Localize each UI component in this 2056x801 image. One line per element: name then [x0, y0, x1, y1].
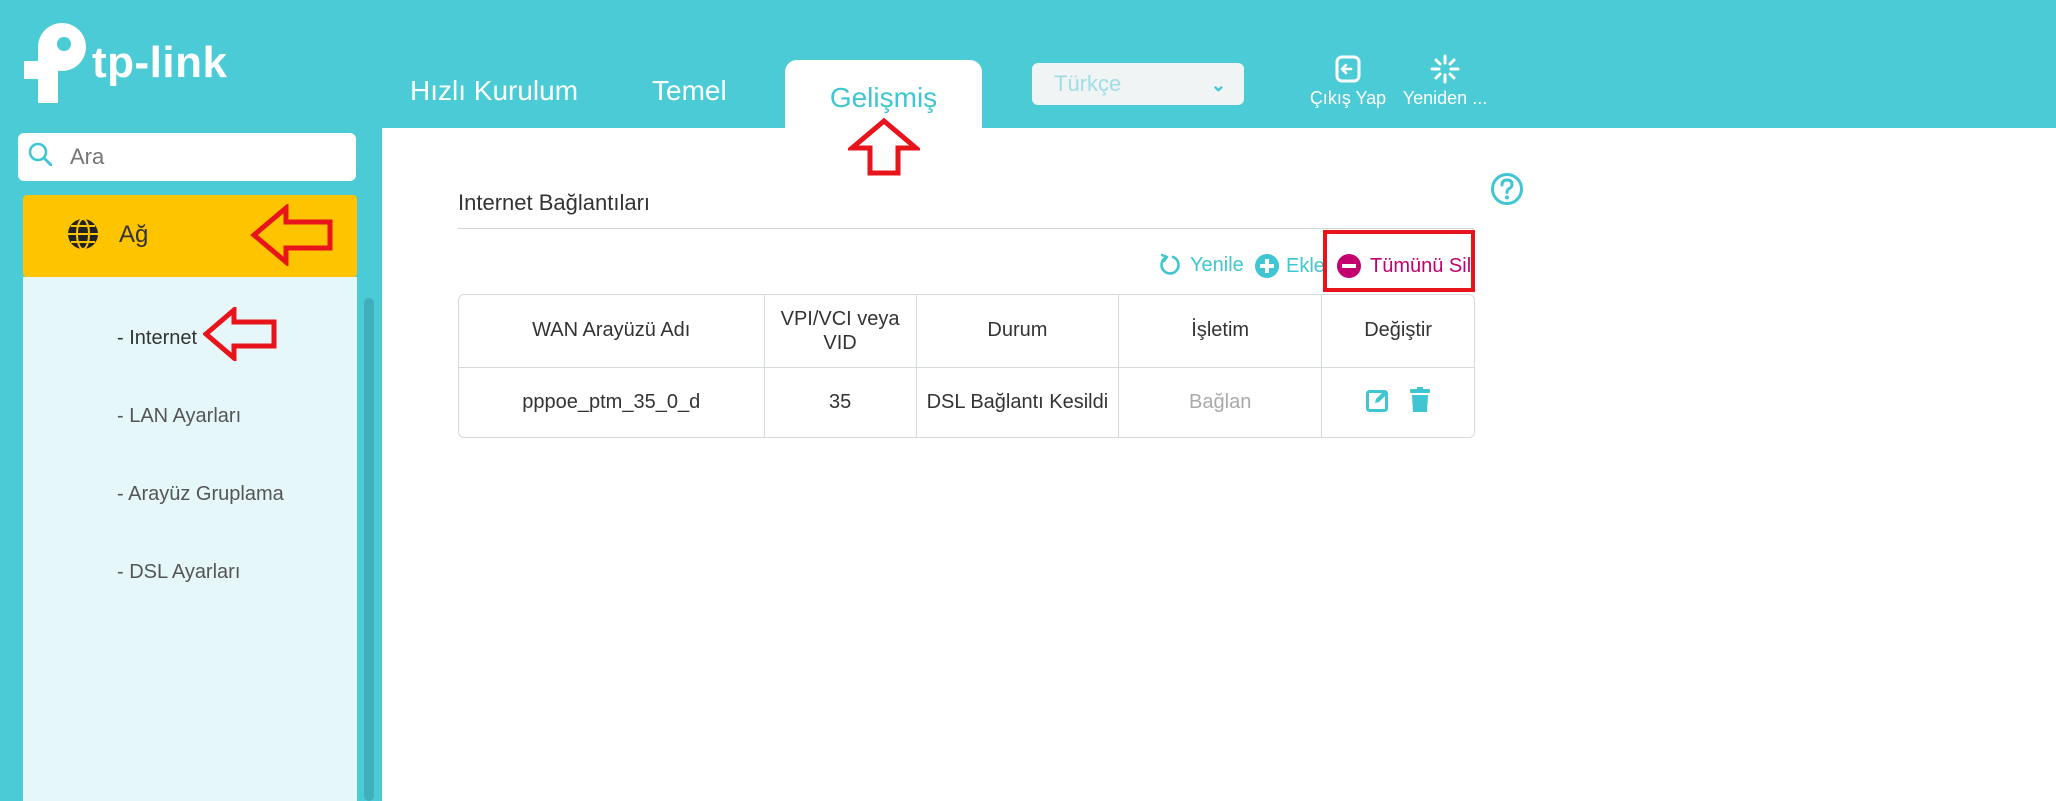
refresh-icon — [1160, 253, 1180, 275]
header-bar: tp-link Hızlı Kurulum Temel Gelişmiş Tür… — [0, 0, 2056, 128]
wan-connections-table: WAN Arayüzü Adı VPI/VCI veya VID Durum İ… — [458, 294, 1475, 438]
col-header-vpi-vci: VPI/VCI veya VID — [763, 295, 917, 367]
cell-vpi-vci: 35 — [763, 367, 917, 437]
cell-status: DSL Bağlantı Kesildi — [915, 367, 1119, 437]
sidebar-item-interface-grouping[interactable]: - Arayüz Gruplama — [117, 483, 284, 506]
col-header-wan-name: WAN Arayüzü Adı — [532, 319, 691, 342]
trash-icon[interactable] — [1410, 386, 1431, 413]
annotation-arrow-advanced-tab — [848, 118, 920, 176]
page-title: Internet Bağlantıları — [458, 190, 651, 215]
tab-advanced-label: Gelişmiş — [829, 82, 938, 113]
add-label: Ekle — [1286, 254, 1325, 277]
col-header-status: Durum — [915, 295, 1119, 367]
reboot-label: Yeniden ... — [1402, 88, 1488, 108]
language-value: Türkçe — [1054, 71, 1122, 96]
col-header-modify: Değiştir — [1321, 295, 1474, 367]
chevron-down-icon: ⌄ — [1210, 75, 1226, 95]
cell-wan-name: pppoe_ptm_35_0_d — [522, 390, 701, 413]
sidebar-item-lan-settings[interactable]: - LAN Ayarları — [117, 405, 241, 428]
sidebar-scrollbar[interactable] — [364, 298, 374, 801]
annotation-arrow-network — [250, 204, 333, 266]
edit-icon[interactable] — [1366, 388, 1390, 412]
language-select[interactable]: Türkçe ⌄ — [1032, 63, 1244, 105]
sidebar-item-network-label: Ağ — [119, 221, 149, 248]
title-divider — [458, 228, 1474, 229]
annotation-box-delete-all — [1323, 230, 1475, 292]
connect-link[interactable]: Bağlan — [1189, 391, 1251, 413]
network-submenu: - Internet - LAN Ayarları - Arayüz Grupl… — [23, 277, 357, 801]
sidebar-item-dsl-settings[interactable]: - DSL Ayarları — [117, 561, 240, 584]
logo-text: tp-link — [92, 38, 228, 87]
search-input[interactable] — [68, 141, 342, 173]
search-icon — [28, 142, 52, 166]
logout-button[interactable]: Çıkış Yap — [1308, 54, 1388, 109]
plus-circle-icon — [1255, 254, 1279, 278]
cell-modify — [1321, 367, 1474, 437]
cell-operation: Bağlan — [1118, 367, 1322, 437]
add-button[interactable]: Ekle — [1254, 253, 1325, 279]
refresh-button[interactable]: Yenile — [1158, 253, 1244, 277]
sidebar-item-internet[interactable]: - Internet — [117, 327, 197, 350]
annotation-arrow-internet — [203, 307, 277, 361]
table-header-row: WAN Arayüzü Adı VPI/VCI veya VID Durum İ… — [459, 295, 1474, 367]
globe-icon — [68, 218, 98, 250]
logout-label: Çıkış Yap — [1309, 88, 1387, 108]
table-row: pppoe_ptm_35_0_d 35 DSL Bağlantı Kesildi… — [459, 367, 1474, 437]
refresh-label: Yenile — [1190, 253, 1244, 276]
tab-basic[interactable]: Temel — [652, 75, 727, 107]
tp-link-logo-icon — [24, 21, 88, 105]
logout-icon — [1335, 55, 1361, 83]
search-box[interactable] — [18, 133, 356, 181]
tp-link-logo: tp-link — [24, 18, 227, 108]
help-icon[interactable] — [1490, 172, 1524, 206]
reboot-button[interactable]: Yeniden ... — [1400, 54, 1490, 109]
col-header-operation: İşletim — [1118, 295, 1322, 367]
reboot-spinner-icon — [1430, 54, 1460, 84]
tab-quick-setup[interactable]: Hızlı Kurulum — [410, 75, 578, 107]
